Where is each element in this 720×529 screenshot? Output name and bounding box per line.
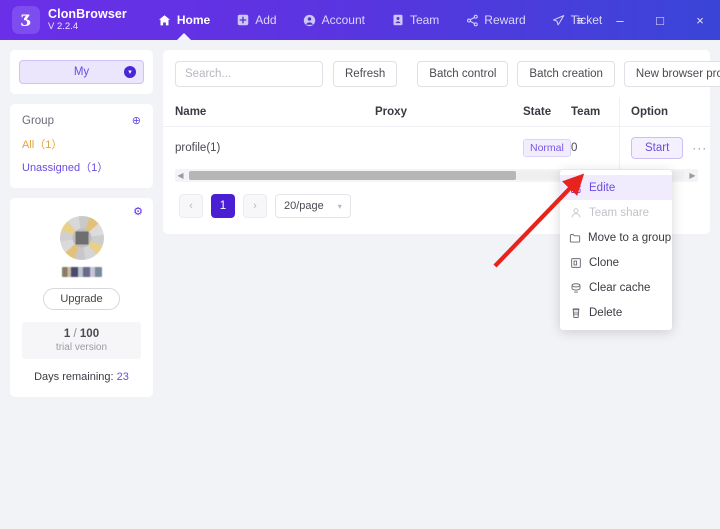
row-context-menu: Edite Team share Move to a group Clone C…: [560, 170, 672, 330]
chevron-down-icon: ▾: [337, 201, 342, 211]
title-bar: Ʒ ClonBrowser V 2.2.4 Home Add Account T…: [0, 0, 720, 40]
app-logo-icon: Ʒ: [12, 6, 40, 34]
context-menu-item-delete[interactable]: Delete: [560, 300, 672, 325]
reward-icon: [465, 13, 479, 27]
context-menu-label-edit: Edite: [589, 181, 616, 194]
cell-option: Start ···: [619, 127, 707, 169]
page-number-1[interactable]: 1: [211, 194, 235, 218]
start-button[interactable]: Start: [631, 137, 684, 159]
next-page-button[interactable]: ›: [243, 194, 267, 218]
search-input[interactable]: [175, 61, 323, 87]
context-menu-label-move-to-group: Move to a group: [588, 231, 672, 244]
page-size-select[interactable]: 20/page ▾: [275, 194, 351, 218]
trash-icon: [569, 306, 582, 319]
nav-label-reward: Reward: [484, 13, 526, 27]
gear-icon[interactable]: ⚙: [133, 207, 143, 218]
app-version: V 2.2.4: [48, 21, 79, 33]
cell-name: profile(1): [175, 142, 221, 154]
quota-total: 100: [79, 328, 100, 340]
nav-item-add[interactable]: Add: [223, 0, 289, 40]
scroll-right-icon[interactable]: ▶: [687, 171, 698, 180]
avatar[interactable]: [59, 216, 104, 260]
sidebar: My ▾ Group ⊕ All（1） Unassigned（1） ⚙ Upgr…: [10, 50, 153, 397]
batch-control-button[interactable]: Batch control: [417, 61, 509, 87]
person-icon: [569, 206, 582, 219]
team-icon: [391, 13, 405, 27]
context-menu-item-clone[interactable]: Clone: [560, 250, 672, 275]
menu-icon[interactable]: ≡: [560, 0, 600, 40]
context-menu-item-team-share: Team share: [560, 200, 672, 225]
page-size-value: 20/page: [284, 200, 324, 212]
profile-scope-select[interactable]: My ▾: [19, 60, 144, 84]
more-options-icon[interactable]: ···: [692, 141, 707, 155]
account-icon: [303, 13, 317, 27]
new-browser-profile-button[interactable]: New browser profile: [623, 61, 720, 87]
scroll-left-icon[interactable]: ◀: [175, 171, 186, 180]
copy-icon: [569, 256, 582, 269]
profile-scope-card: My ▾: [10, 50, 153, 94]
table-row[interactable]: profile(1) Normal 0 Start ···: [163, 127, 710, 169]
add-group-icon[interactable]: ⊕: [132, 115, 141, 127]
scrollbar-thumb[interactable]: [189, 171, 516, 180]
context-menu-label-delete: Delete: [589, 306, 623, 319]
refresh-button[interactable]: Refresh: [333, 61, 398, 87]
chevron-down-icon: ▾: [124, 66, 136, 78]
home-icon: [158, 13, 172, 27]
column-header-name: Name: [175, 105, 207, 118]
nav-item-reward[interactable]: Reward: [452, 0, 538, 40]
maximize-icon[interactable]: □: [640, 0, 680, 40]
close-icon[interactable]: ×: [680, 0, 720, 40]
app-title: ClonBrowser: [48, 6, 127, 21]
toolbar: Refresh Batch control Batch creation New…: [163, 50, 720, 97]
prev-page-button[interactable]: ‹: [179, 194, 203, 218]
context-menu-label-clear-cache: Clear cache: [589, 281, 651, 294]
context-menu-item-move-to-group[interactable]: Move to a group: [560, 225, 672, 250]
cell-state: Normal: [523, 139, 571, 157]
group-item-all[interactable]: All（1）: [22, 136, 141, 152]
column-header-option: Option: [619, 97, 698, 126]
batch-creation-button[interactable]: Batch creation: [517, 61, 615, 87]
nav-item-team[interactable]: Team: [378, 0, 452, 40]
main-nav: Home Add Account Team Reward Ticket: [145, 0, 615, 40]
days-remaining-value: 23: [116, 371, 129, 383]
table-header-row: Name Proxy State Team Option: [163, 97, 710, 127]
context-menu-item-edit[interactable]: Edite: [560, 175, 672, 200]
quota-subtitle: trial version: [55, 342, 108, 353]
edit-icon: [569, 181, 582, 194]
nav-item-home[interactable]: Home: [145, 0, 223, 40]
status-badge: Normal: [523, 139, 571, 157]
username-label: [61, 267, 102, 277]
upgrade-button[interactable]: Upgrade: [43, 288, 120, 310]
nav-item-account[interactable]: Account: [290, 0, 378, 40]
nav-label-team: Team: [409, 13, 440, 27]
nav-label-home: Home: [176, 13, 211, 27]
group-item-unassigned[interactable]: Unassigned（1）: [22, 159, 141, 175]
days-remaining: Days remaining: 23: [22, 371, 141, 383]
group-card: Group ⊕ All（1） Unassigned（1）: [10, 104, 153, 188]
context-menu-label-team-share: Team share: [589, 206, 650, 219]
clear-cache-icon: [569, 281, 582, 294]
quota-box: 1 / 100 trial version: [22, 322, 141, 359]
nav-label-add: Add: [255, 13, 277, 27]
context-menu-item-clear-cache[interactable]: Clear cache: [560, 275, 672, 300]
profiles-table: Name Proxy State Team Option profile(1) …: [163, 97, 710, 169]
add-icon: [236, 13, 250, 27]
cell-team: 0: [571, 142, 578, 154]
account-card: ⚙ Upgrade 1 / 100 trial version Days rem…: [10, 198, 153, 397]
column-header-proxy: Proxy: [375, 105, 407, 118]
column-header-team: Team: [571, 105, 601, 118]
window-controls: ≡ – □ ×: [560, 0, 720, 40]
minimize-icon[interactable]: –: [600, 0, 640, 40]
context-menu-label-clone: Clone: [589, 256, 620, 269]
folder-icon: [569, 231, 581, 244]
days-remaining-label: Days remaining:: [34, 371, 114, 383]
column-header-state: State: [523, 105, 552, 118]
profile-scope-value: My: [73, 66, 90, 78]
quota-separator: /: [70, 328, 80, 340]
group-title: Group: [22, 115, 54, 127]
brand: Ʒ ClonBrowser V 2.2.4: [0, 6, 127, 34]
nav-label-account: Account: [321, 13, 365, 27]
